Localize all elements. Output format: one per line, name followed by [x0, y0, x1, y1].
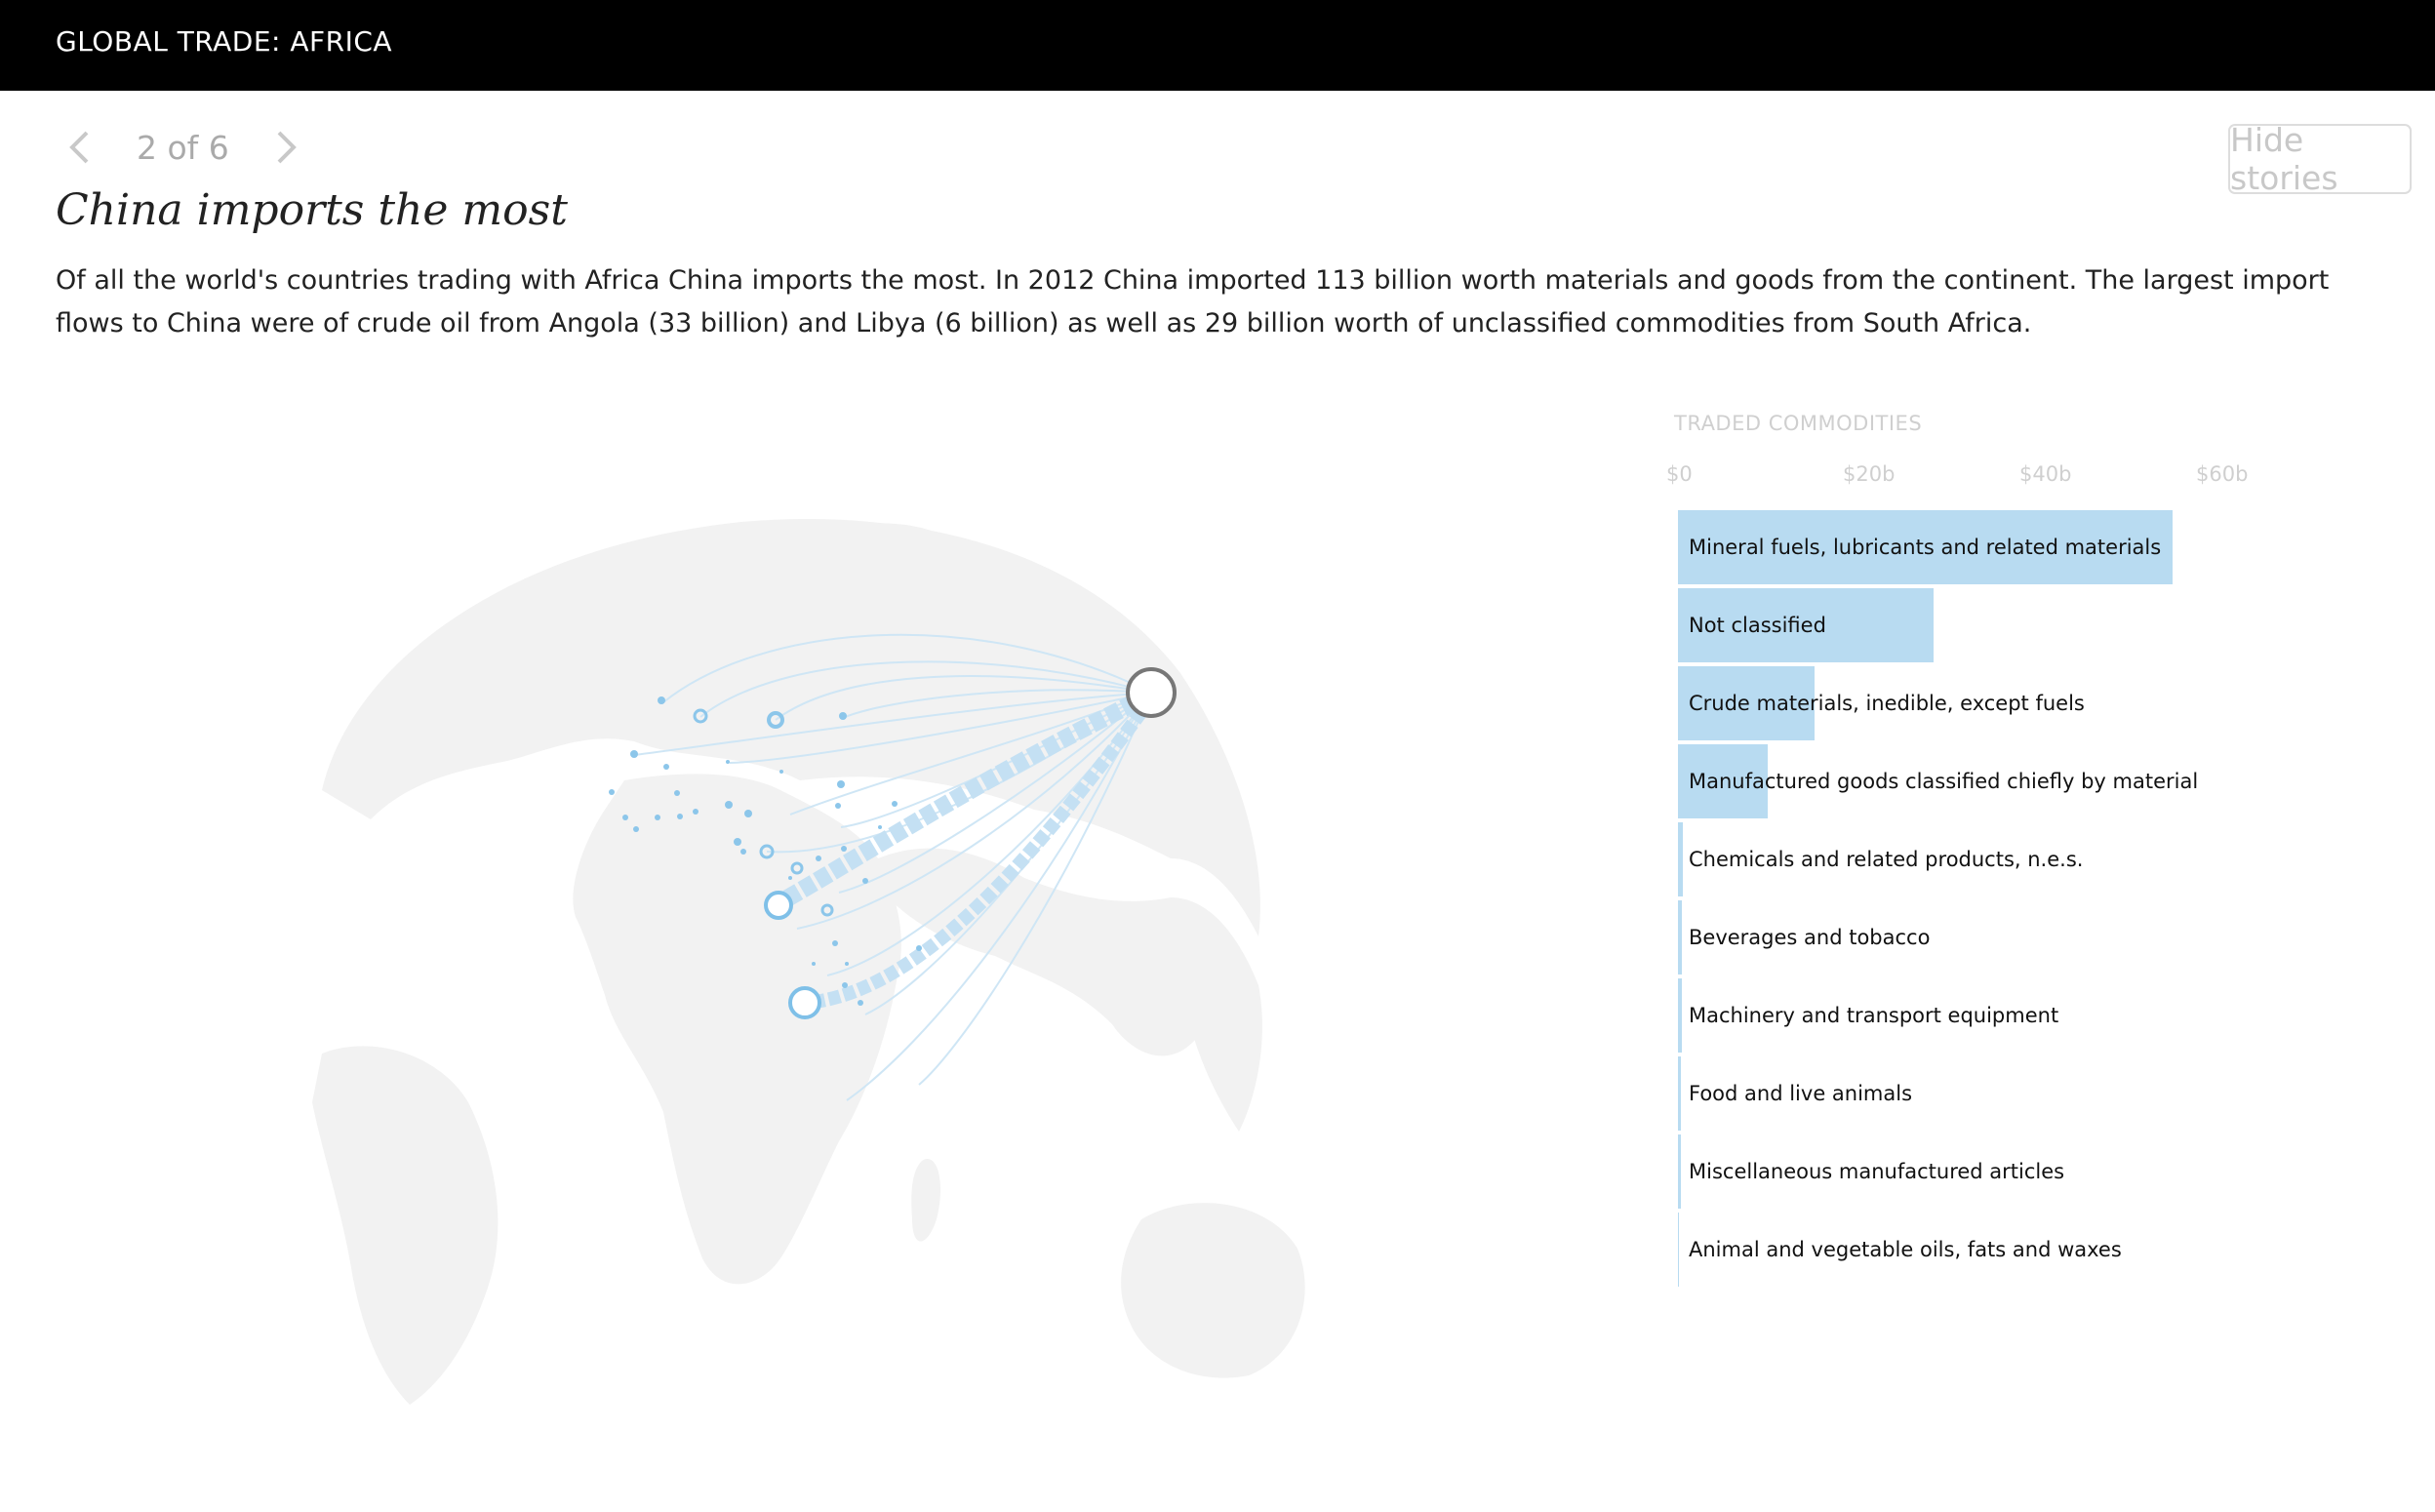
bar-label: Animal and vegetable oils, fats and waxe…	[1689, 1238, 2122, 1261]
china-node	[1126, 667, 1177, 718]
bar-label: Miscellaneous manufactured articles	[1689, 1160, 2065, 1183]
bar-label: Beverages and tobacco	[1689, 926, 1931, 949]
pager-text: 2 of 6	[137, 128, 229, 167]
bar-row[interactable]: Machinery and transport equipment	[1678, 978, 2361, 1053]
axis-tick: $40b	[2019, 462, 2072, 486]
axis-tick: $20b	[1843, 462, 1896, 486]
angola-node	[764, 891, 793, 920]
bar-label: Machinery and transport equipment	[1689, 1004, 2059, 1027]
hide-stories-button[interactable]: Hide stories	[2228, 121, 2412, 197]
bar-row[interactable]: Chemicals and related products, n.e.s.	[1678, 822, 2361, 896]
bar-label: Crude materials, inedible, except fuels	[1689, 692, 2085, 715]
south-africa-node	[788, 986, 821, 1019]
bar-label: Mineral fuels, lubricants and related ma…	[1689, 536, 2162, 559]
bar-row[interactable]: Mineral fuels, lubricants and related ma…	[1678, 510, 2361, 584]
bar-label: Food and live animals	[1689, 1082, 1913, 1105]
axis-tick: $0	[1666, 462, 1693, 486]
globe-map[interactable]	[0, 351, 1639, 1453]
bar-row[interactable]: Miscellaneous manufactured articles	[1678, 1134, 2361, 1209]
bar-row[interactable]: Food and live animals	[1678, 1056, 2361, 1131]
bar	[1678, 900, 1682, 975]
axis-tick: $60b	[2196, 462, 2249, 486]
bar	[1678, 1134, 1681, 1209]
bar	[1678, 822, 1683, 896]
bar-label: Not classified	[1689, 614, 1826, 637]
story-body: Of all the world's countries trading wit…	[56, 265, 2330, 338]
bar-row[interactable]: Manufactured goods classified chiefly by…	[1678, 744, 2361, 818]
commodities-chart: TRADED COMMODITIES $0 $20b $40b $60b Minera…	[1658, 390, 2400, 1288]
land-masses	[312, 519, 1305, 1453]
bar-label: Manufactured goods classified chiefly by…	[1689, 770, 2199, 793]
chevron-left-icon[interactable]	[57, 125, 101, 170]
story-headline: China imports the most	[56, 185, 568, 235]
app-title: GLOBAL TRADE: AFRICA	[56, 25, 393, 58]
story-nav: 2 of 6	[57, 125, 309, 170]
bar	[1678, 978, 1682, 1053]
chart-title: TRADED COMMODITIES	[1674, 412, 1923, 435]
bar-label: Chemicals and related products, n.e.s.	[1689, 848, 2084, 871]
chevron-right-icon[interactable]	[264, 125, 309, 170]
top-bar: GLOBAL TRADE: AFRICA	[0, 0, 2435, 91]
bar	[1678, 1213, 1679, 1287]
bar-row[interactable]: Animal and vegetable oils, fats and waxe…	[1678, 1213, 2361, 1287]
bar	[1678, 1056, 1681, 1131]
bar-row[interactable]: Beverages and tobacco	[1678, 900, 2361, 975]
bar-row[interactable]: Crude materials, inedible, except fuels	[1678, 666, 2361, 740]
bar-row[interactable]: Not classified	[1678, 588, 2361, 662]
